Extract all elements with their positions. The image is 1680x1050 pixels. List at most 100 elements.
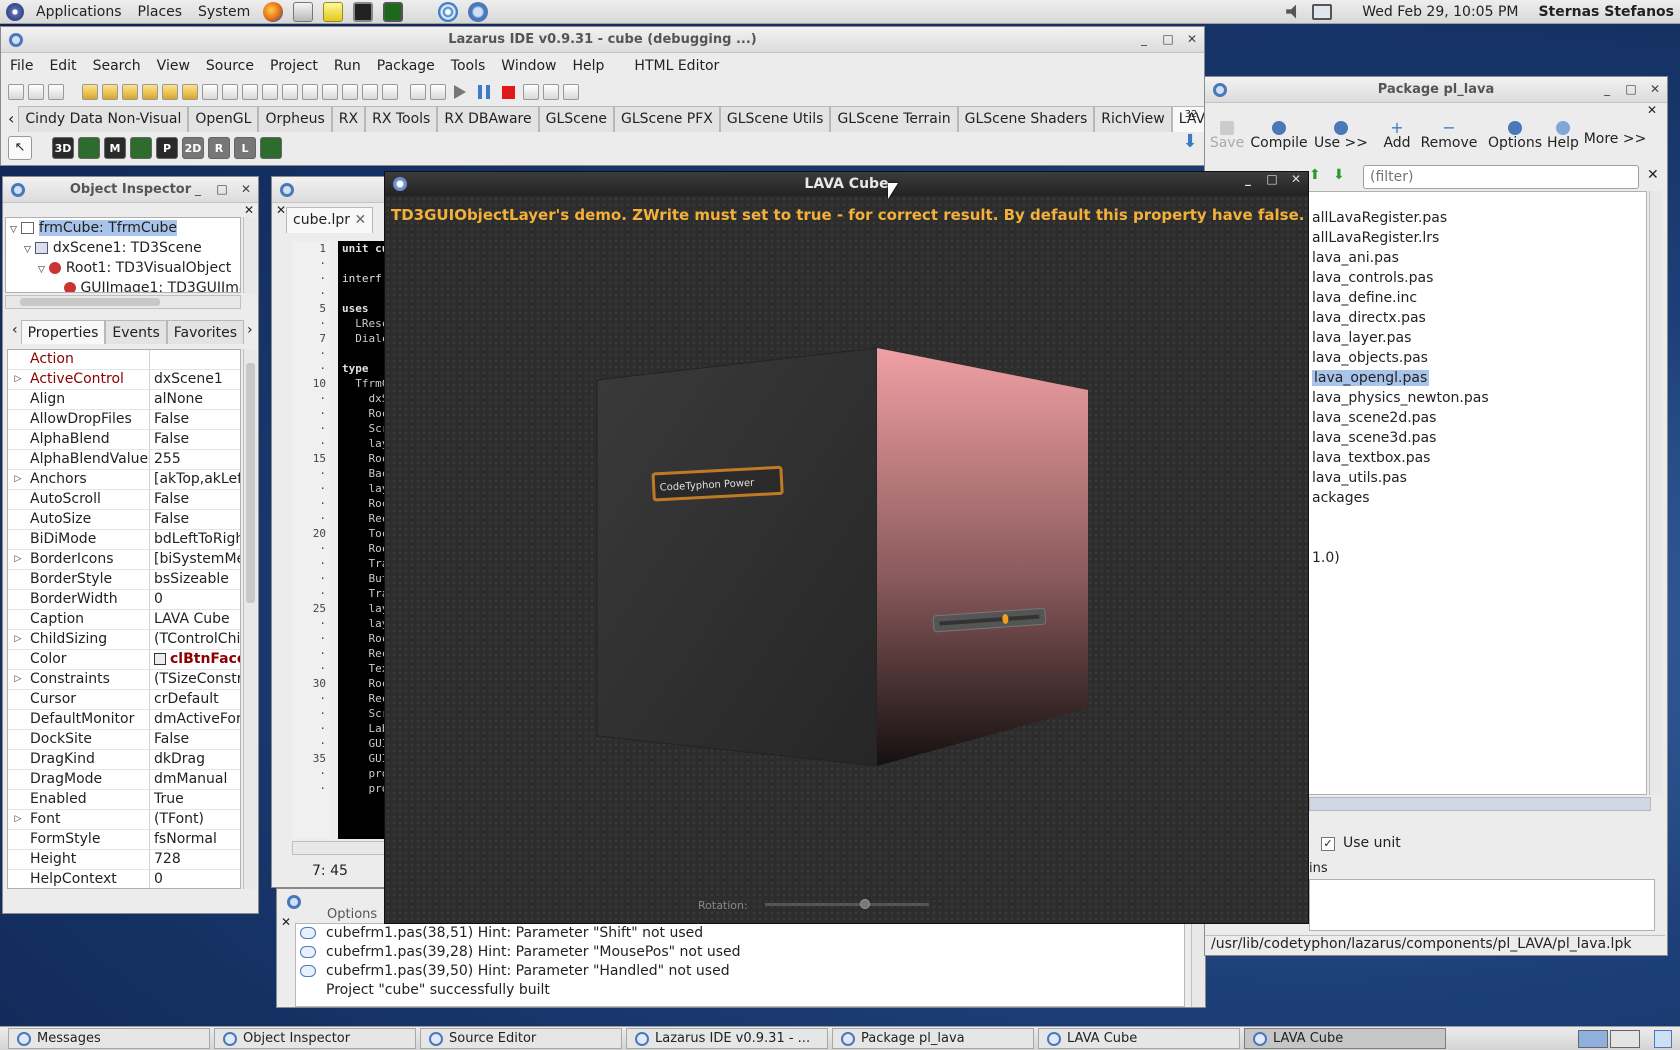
menu-project[interactable]: Project (262, 58, 326, 74)
property-value[interactable]: [akTop,akLeft] (150, 470, 240, 489)
close-icon[interactable]: ✕ (1649, 82, 1661, 96)
property-row[interactable]: ▷ChildSizing(TControlChildSizing) (8, 630, 240, 650)
file-item[interactable]: lava_define.inc (1312, 288, 1646, 308)
property-row[interactable]: AllowDropFiles False (8, 410, 240, 430)
menu-source[interactable]: Source (198, 58, 262, 74)
spiral-icon[interactable] (438, 1, 459, 22)
palette-arrow-down-icon[interactable]: ⬇ (1180, 132, 1200, 152)
property-row[interactable]: DockSite False (8, 730, 240, 750)
component-grid3-icon[interactable] (260, 137, 282, 159)
project-options-icon[interactable] (302, 84, 318, 100)
tab-properties[interactable]: Properties (20, 320, 106, 344)
component-p-icon[interactable]: P (156, 137, 178, 159)
messages-options[interactable]: Options (327, 907, 377, 922)
clear-filter-icon[interactable]: ✕ (1647, 167, 1659, 183)
tree-scrollbar[interactable] (243, 217, 257, 293)
property-row[interactable]: AutoSize False (8, 510, 240, 530)
component-grid2-icon[interactable] (130, 137, 152, 159)
build-mode-icon[interactable] (362, 84, 378, 100)
tab-rx[interactable]: RX (331, 106, 366, 132)
remove-button[interactable]: − Remove (1419, 120, 1479, 152)
menu-tools[interactable]: Tools (443, 58, 494, 74)
filter-input[interactable] (1363, 165, 1639, 189)
property-value[interactable]: (TSizeConstraints) (150, 670, 240, 689)
expand-arrow-icon[interactable]: ▷ (8, 550, 28, 569)
run-icon[interactable] (454, 85, 466, 99)
tab-glscene-shaders[interactable]: GLScene Shaders (957, 106, 1095, 132)
close-icon[interactable]: ✕ (1186, 32, 1198, 46)
use-button[interactable]: Use >> (1313, 121, 1369, 151)
compile-icon[interactable] (342, 84, 358, 100)
property-value[interactable]: dmManual (150, 770, 240, 789)
maximize-icon[interactable]: □ (1266, 172, 1278, 186)
property-value[interactable]: alNone (150, 390, 240, 409)
menu-html-editor[interactable]: HTML Editor (626, 58, 727, 74)
workspace-2[interactable] (1610, 1029, 1640, 1048)
workspace-switcher[interactable] (1578, 1029, 1640, 1048)
taskbar-item-lazarus-ide[interactable]: Lazarus IDE v0.9.31 - ... (626, 1028, 828, 1049)
file-item[interactable]: lava_scene2d.pas (1312, 408, 1646, 428)
message-line[interactable]: cubefrm1.pas(39,50) Hint: Parameter "Han… (296, 962, 1184, 981)
minimize-icon[interactable]: _ (1601, 82, 1613, 96)
property-row[interactable]: BorderWidth 0 (8, 590, 240, 610)
property-row[interactable]: ▷BorderIcons[biSystemMenu] (8, 550, 240, 570)
component-l-icon[interactable]: L (234, 137, 256, 159)
property-row[interactable]: Align alNone (8, 390, 240, 410)
property-value[interactable]: bsSizeable (150, 570, 240, 589)
terminal-icon[interactable] (353, 1, 374, 22)
tab-richview[interactable]: RichView (1094, 106, 1172, 132)
property-value[interactable]: crDefault (150, 690, 240, 709)
editor-tab[interactable]: cube.lpr ✕ (286, 207, 374, 233)
save-icon[interactable] (122, 84, 138, 100)
property-value[interactable]: True (150, 790, 240, 809)
user-name[interactable]: Sternas Stefanos (1538, 4, 1674, 20)
file-item[interactable]: allLavaRegister.pas (1312, 208, 1646, 228)
file-item[interactable]: lava_textbox.pas (1312, 448, 1646, 468)
3d-scene-viewport[interactable]: TD3GUIObjectLayer's demo. ZWrite must se… (385, 196, 1308, 923)
property-value[interactable]: False (150, 430, 240, 449)
property-row[interactable]: Enabled True (8, 790, 240, 810)
property-row[interactable]: ▷Anchors[akTop,akLeft] (8, 470, 240, 490)
property-row[interactable]: AutoScroll False (8, 490, 240, 510)
trash-icon[interactable] (1654, 1029, 1672, 1048)
tab-rx-tools[interactable]: RX Tools (365, 106, 438, 132)
maximize-icon[interactable]: □ (216, 182, 228, 196)
use-unit-checkbox[interactable]: ✓ (1321, 837, 1335, 851)
taskbar-item-source-editor[interactable]: Source Editor (420, 1028, 622, 1049)
clock[interactable]: Wed Feb 29, 10:05 PM (1362, 4, 1518, 20)
more-button[interactable]: More >> (1567, 131, 1663, 147)
taskbar-item-lava-cube[interactable]: LAVA Cube (1038, 1028, 1240, 1049)
package-titlebar[interactable]: Package pl_lava _ □ ✕ (1205, 77, 1667, 103)
object-inspector-titlebar[interactable]: Object Inspector _ □ ✕ (3, 177, 258, 203)
step-out-icon[interactable] (563, 84, 579, 100)
property-row[interactable]: DragKind dkDrag (8, 750, 240, 770)
file-item[interactable]: lava_scene3d.pas (1312, 428, 1646, 448)
property-row[interactable]: HelpContext 0 (8, 870, 240, 888)
compile-button[interactable]: Compile (1249, 121, 1309, 151)
inspector-tab-left-icon[interactable]: ‹ (9, 320, 21, 344)
menu-places[interactable]: Places (130, 4, 191, 20)
property-row[interactable]: DragMode dmManual (8, 770, 240, 790)
inspector-tab-right-icon[interactable]: › (244, 320, 256, 344)
tab-close-icon[interactable]: ✕ (355, 212, 367, 228)
maximize-icon[interactable]: □ (1625, 82, 1637, 96)
taskbar-item-messages[interactable]: Messages (8, 1028, 210, 1049)
save-all-icon[interactable] (142, 84, 158, 100)
file-item[interactable]: allLavaRegister.lrs (1312, 228, 1646, 248)
editor-close-tab-icon[interactable]: ✕ (276, 203, 286, 217)
tab-favorites[interactable]: Favorites (166, 320, 245, 344)
component-m-icon[interactable]: M (104, 137, 126, 159)
menu-package[interactable]: Package (369, 58, 443, 74)
property-value[interactable]: (TControlChildSizing) (150, 630, 240, 649)
property-value[interactable]: False (150, 730, 240, 749)
tab-rx-dbaware[interactable]: RX DBAware (437, 106, 539, 132)
file-item[interactable]: lava_opengl.pas (1312, 368, 1646, 388)
property-row[interactable]: ▷Constraints(TSizeConstraints) (8, 670, 240, 690)
debug-icon[interactable] (410, 84, 426, 100)
save-button[interactable]: Save (1207, 121, 1247, 151)
message-line[interactable]: cubefrm1.pas(38,51) Hint: Parameter "Shi… (296, 924, 1184, 943)
file-item[interactable]: lava_layer.pas (1312, 328, 1646, 348)
message-line[interactable]: cubefrm1.pas(39,28) Hint: Parameter "Mou… (296, 943, 1184, 962)
tab-cindy-data[interactable]: Cindy Data Non-Visual (18, 106, 189, 132)
property-row[interactable]: AlphaBlend False (8, 430, 240, 450)
